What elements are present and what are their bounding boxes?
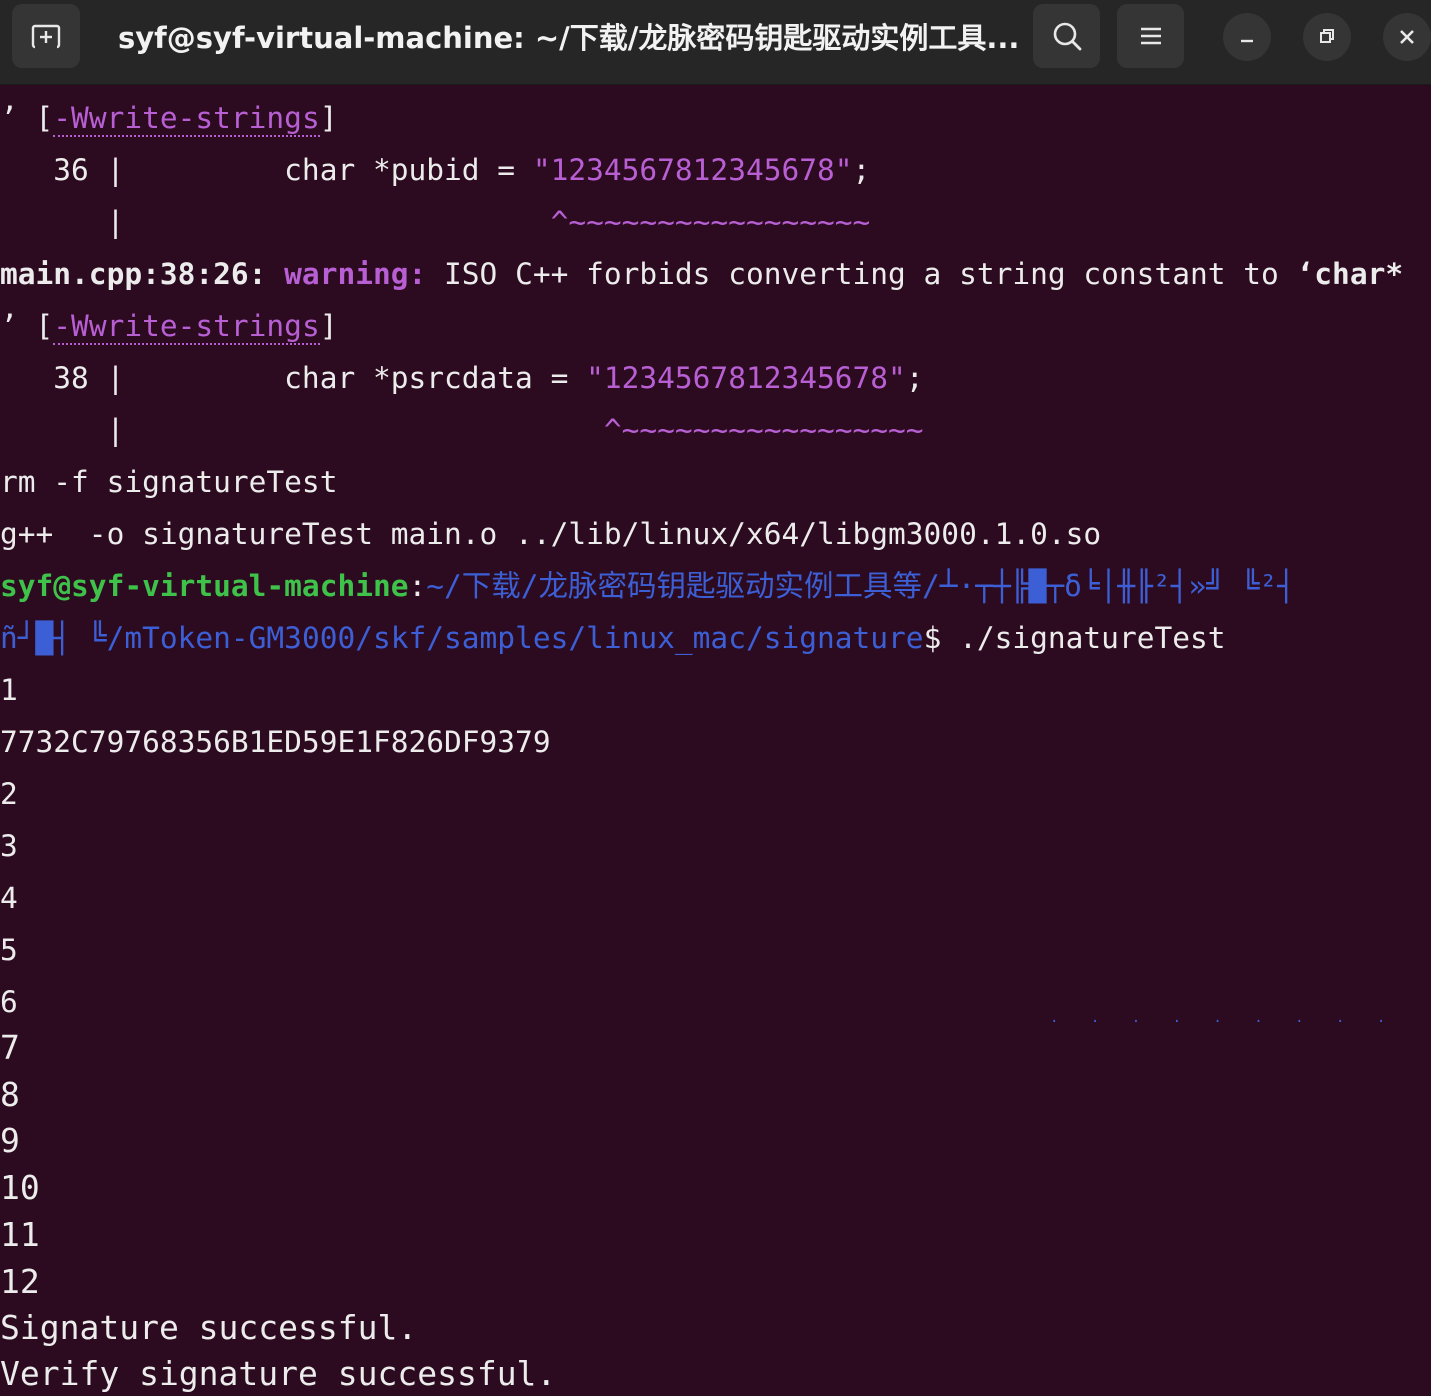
code-text: char *pubid = bbox=[284, 153, 533, 187]
line-gutter: 36 | bbox=[0, 153, 285, 187]
line-gutter: | bbox=[0, 205, 551, 239]
search-button[interactable] bbox=[1033, 4, 1100, 68]
restore-icon bbox=[1320, 29, 1334, 43]
prompt-colon: : bbox=[408, 569, 427, 603]
terminal-line: | ^~~~~~~~~~~~~~~~~~ bbox=[0, 410, 924, 450]
text: ’ [ bbox=[0, 309, 54, 343]
output-line: Verify signature successful. bbox=[0, 1354, 557, 1393]
output-line: 5 bbox=[0, 933, 18, 967]
prompt-user: syf@syf-virtual-machine bbox=[0, 569, 409, 603]
text: ; bbox=[905, 361, 924, 395]
terminal-line: rm -f signatureTest bbox=[0, 462, 337, 502]
file-location: main.cpp:38:26: bbox=[0, 257, 285, 291]
new-tab-icon bbox=[31, 24, 61, 49]
terminal-line: ’ [-Wwrite-strings] bbox=[0, 306, 337, 346]
terminal-line: | ^~~~~~~~~~~~~~~~~~ bbox=[0, 202, 871, 242]
menu-button[interactable] bbox=[1117, 4, 1184, 68]
output-line: 1 bbox=[0, 673, 18, 707]
terminal-line: main.cpp:38:26: warning: ISO C++ forbids… bbox=[0, 254, 1403, 294]
text: ] bbox=[319, 101, 338, 135]
warning-flag: -Wwrite-strings bbox=[53, 309, 320, 345]
close-button[interactable] bbox=[1383, 13, 1431, 61]
output-line: 7 bbox=[0, 1028, 20, 1067]
highlighted-string: "1234567812345678" bbox=[532, 153, 853, 187]
terminal-line: ’ [-Wwrite-strings] bbox=[0, 98, 337, 138]
text: ; bbox=[852, 153, 871, 187]
type-name: ‘char* bbox=[1296, 257, 1404, 291]
output-line: 9 bbox=[0, 1121, 20, 1160]
title-bar: syf@syf-virtual-machine: ~/下载/龙脉密码钥匙驱动实例… bbox=[0, 0, 1431, 85]
warning-flag: -Wwrite-strings bbox=[53, 101, 320, 137]
prompt-line: ñ┘█┤ ╚/mToken-GM3000/skf/samples/linux_m… bbox=[0, 618, 1226, 658]
prompt-line: syf@syf-virtual-machine:~/下载/龙脉密码钥匙驱动实例工… bbox=[0, 566, 1431, 606]
text: ] bbox=[319, 309, 338, 343]
terminal-line: g++ -o signatureTest main.o ../lib/linux… bbox=[0, 514, 1101, 554]
prompt-symbol: $ bbox=[923, 621, 960, 655]
terminal-window: syf@syf-virtual-machine: ~/下载/龙脉密码钥匙驱动实例… bbox=[0, 0, 1431, 1396]
line-gutter: | bbox=[0, 413, 604, 447]
search-icon bbox=[1053, 22, 1081, 51]
output-line: 11 bbox=[0, 1215, 40, 1254]
output-line: 2 bbox=[0, 777, 18, 811]
prompt-path: ~/下载/龙脉密码钥匙驱动实例工具等/┴·┬┼╠█┬δ╘│╫╟²┤»╝ ╚²┤ bbox=[426, 569, 1296, 603]
minimize-button[interactable] bbox=[1223, 13, 1271, 61]
prompt-path: /mToken-GM3000/skf/samples/linux_mac/sig… bbox=[106, 621, 924, 655]
garbled-dots: · · · · · · · · · · · · · · bbox=[1050, 1014, 1420, 1030]
close-icon bbox=[1400, 30, 1414, 44]
output-line: 4 bbox=[0, 881, 18, 915]
hamburger-menu-icon bbox=[1140, 27, 1161, 45]
terminal-line: 38 | char *psrcdata = "1234567812345678"… bbox=[0, 358, 924, 398]
output-line: 6 bbox=[0, 985, 18, 1019]
typed-command: ./signatureTest bbox=[959, 621, 1226, 655]
warning-message: ISO C++ forbids converting a string cons… bbox=[426, 257, 1297, 291]
new-tab-button[interactable] bbox=[12, 4, 80, 68]
output-line: 8 bbox=[0, 1075, 20, 1114]
warning-label: warning: bbox=[284, 257, 427, 291]
output-line: 10 bbox=[0, 1168, 40, 1207]
command-output: rm -f signatureTest bbox=[0, 465, 338, 499]
prompt-path: ñ┘█┤ ╚ bbox=[0, 621, 107, 655]
text: ’ [ bbox=[0, 101, 54, 135]
minimize-icon bbox=[1241, 39, 1253, 43]
command-output: g++ -o signatureTest main.o ../lib/linux… bbox=[0, 517, 1102, 551]
line-gutter: 38 | bbox=[0, 361, 285, 395]
code-text: char *psrcdata = bbox=[284, 361, 587, 395]
terminal-line: 36 | char *pubid = "1234567812345678"; bbox=[0, 150, 870, 190]
caret-marker: ^~~~~~~~~~~~~~~~~~ bbox=[550, 205, 871, 239]
output-line: 7732C79768356B1ED59E1F826DF9379 bbox=[0, 725, 551, 759]
caret-marker: ^~~~~~~~~~~~~~~~~~ bbox=[603, 413, 924, 447]
highlighted-string: "1234567812345678" bbox=[586, 361, 906, 395]
output-line: Signature successful. bbox=[0, 1308, 418, 1347]
output-line: 12 bbox=[0, 1262, 40, 1301]
output-line: 3 bbox=[0, 829, 18, 863]
restore-button[interactable] bbox=[1303, 13, 1351, 61]
window-title: syf@syf-virtual-machine: ~/下载/龙脉密码钥匙驱动实例… bbox=[118, 21, 1018, 55]
